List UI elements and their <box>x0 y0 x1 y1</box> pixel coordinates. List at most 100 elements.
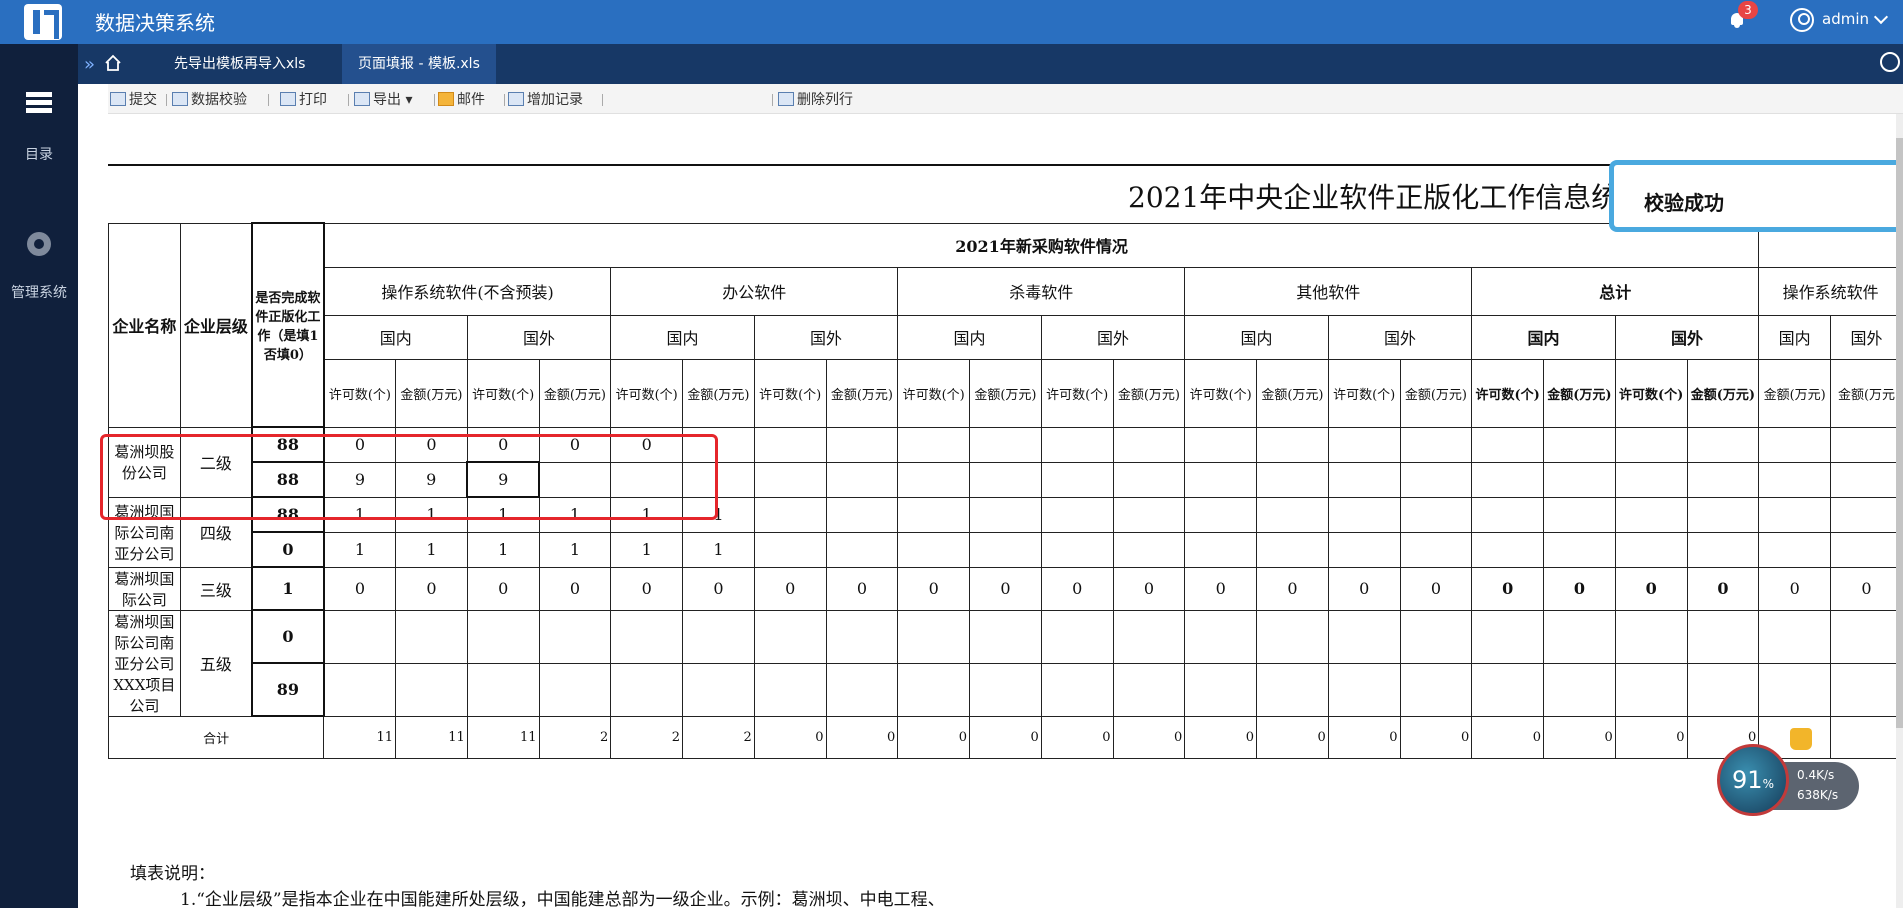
tab-import[interactable]: 先导出模板再导入xls <box>158 44 321 84</box>
data-cell[interactable]: 0 <box>1758 566 1832 611</box>
data-cell[interactable]: 0 <box>1471 566 1545 611</box>
user-name[interactable]: admin <box>1822 10 1869 28</box>
data-cell[interactable] <box>1256 461 1329 498</box>
data-cell[interactable] <box>1471 461 1545 498</box>
data-cell[interactable]: 1 <box>538 531 612 568</box>
data-cell[interactable] <box>1040 461 1114 498</box>
data-cell[interactable] <box>1471 662 1545 717</box>
data-cell[interactable] <box>753 531 827 568</box>
data-cell[interactable] <box>1256 426 1329 463</box>
data-cell[interactable] <box>1327 609 1401 664</box>
data-cell[interactable] <box>1614 461 1688 498</box>
data-cell[interactable]: 0 <box>1040 566 1114 611</box>
level-cell[interactable]: 三级 <box>179 566 253 611</box>
data-cell[interactable] <box>1327 426 1401 463</box>
network-widget[interactable]: 0.4K/s 638K/s 91% <box>1717 744 1865 824</box>
data-cell[interactable] <box>395 662 468 717</box>
data-cell[interactable]: 1 <box>610 531 684 568</box>
data-cell[interactable] <box>897 496 971 533</box>
data-cell[interactable]: 1 <box>682 531 755 568</box>
data-cell[interactable] <box>1758 461 1832 498</box>
expand-icon[interactable]: » <box>84 54 95 75</box>
data-cell[interactable] <box>1471 609 1545 664</box>
data-cell[interactable] <box>1327 662 1401 717</box>
data-cell[interactable] <box>1399 662 1473 717</box>
data-cell[interactable] <box>1040 609 1114 664</box>
data-cell[interactable]: 1 <box>466 531 540 568</box>
data-cell[interactable] <box>1184 496 1258 533</box>
gear-icon[interactable] <box>27 232 51 256</box>
done-cell[interactable]: 0 <box>251 531 325 568</box>
data-cell[interactable] <box>1256 531 1329 568</box>
sidebar-item-catalog[interactable]: 目录 <box>0 144 78 164</box>
data-cell[interactable] <box>753 609 827 664</box>
data-cell[interactable] <box>1399 426 1473 463</box>
data-cell[interactable] <box>825 426 899 463</box>
data-cell[interactable] <box>1112 496 1186 533</box>
data-cell[interactable] <box>1830 496 1903 533</box>
data-cell[interactable] <box>1543 662 1616 717</box>
data-cell[interactable]: 0 <box>682 566 755 611</box>
data-cell[interactable] <box>1112 461 1186 498</box>
data-cell[interactable]: 0 <box>395 566 468 611</box>
data-cell[interactable]: 0 <box>969 566 1042 611</box>
data-cell[interactable] <box>825 662 899 717</box>
export-button[interactable]: 导出 ▾ <box>354 90 412 110</box>
data-cell[interactable] <box>682 609 755 664</box>
data-cell[interactable] <box>682 662 755 717</box>
data-cell[interactable] <box>1758 662 1832 717</box>
data-cell[interactable] <box>897 662 971 717</box>
data-cell[interactable] <box>1256 609 1329 664</box>
data-cell[interactable] <box>1184 609 1258 664</box>
data-cell[interactable] <box>1184 461 1258 498</box>
data-cell[interactable] <box>1399 496 1473 533</box>
data-cell[interactable] <box>825 496 899 533</box>
data-cell[interactable]: 0 <box>1686 566 1760 611</box>
data-cell[interactable] <box>1543 609 1616 664</box>
data-cell[interactable] <box>1830 662 1903 717</box>
data-cell[interactable] <box>1256 662 1329 717</box>
data-cell[interactable] <box>1614 609 1688 664</box>
data-cell[interactable]: 0 <box>1543 566 1616 611</box>
data-cell[interactable] <box>1614 496 1688 533</box>
data-cell[interactable] <box>753 461 827 498</box>
add-record-button[interactable]: 增加记录 <box>508 90 583 110</box>
data-cell[interactable]: 0 <box>1830 566 1903 611</box>
data-cell[interactable] <box>1758 609 1832 664</box>
data-cell[interactable]: 0 <box>1614 566 1688 611</box>
home-icon[interactable] <box>104 54 122 72</box>
data-cell[interactable]: 0 <box>1256 566 1329 611</box>
data-cell[interactable]: 0 <box>610 566 684 611</box>
data-cell[interactable] <box>1184 531 1258 568</box>
data-cell[interactable] <box>466 609 540 664</box>
data-cell[interactable] <box>1686 461 1760 498</box>
done-cell[interactable]: 0 <box>251 609 325 664</box>
done-cell[interactable]: 89 <box>251 662 325 717</box>
data-cell[interactable] <box>1471 496 1545 533</box>
data-cell[interactable] <box>1471 426 1545 463</box>
delete-row-button[interactable]: 删除列行 <box>778 90 853 110</box>
data-cell[interactable] <box>969 662 1042 717</box>
data-cell[interactable] <box>1830 531 1903 568</box>
data-cell[interactable]: 0 <box>538 566 612 611</box>
data-cell[interactable] <box>1758 426 1832 463</box>
data-cell[interactable] <box>395 609 468 664</box>
data-cell[interactable] <box>1399 531 1473 568</box>
data-cell[interactable] <box>1830 609 1903 664</box>
user-icon[interactable] <box>1790 8 1814 32</box>
data-cell[interactable] <box>1040 662 1114 717</box>
data-cell[interactable] <box>1327 496 1401 533</box>
data-cell[interactable] <box>1112 531 1186 568</box>
data-cell[interactable] <box>897 531 971 568</box>
data-cell[interactable]: 0 <box>1327 566 1401 611</box>
print-button[interactable]: 打印 <box>280 90 327 110</box>
data-cell[interactable] <box>1399 461 1473 498</box>
data-cell[interactable] <box>610 609 684 664</box>
data-cell[interactable] <box>1471 531 1545 568</box>
data-cell[interactable] <box>897 426 971 463</box>
submit-button[interactable]: 提交 <box>110 90 157 110</box>
data-cell[interactable] <box>969 531 1042 568</box>
chevron-down-icon[interactable] <box>1873 9 1889 25</box>
data-cell[interactable]: 0 <box>466 566 540 611</box>
data-cell[interactable] <box>1686 496 1760 533</box>
